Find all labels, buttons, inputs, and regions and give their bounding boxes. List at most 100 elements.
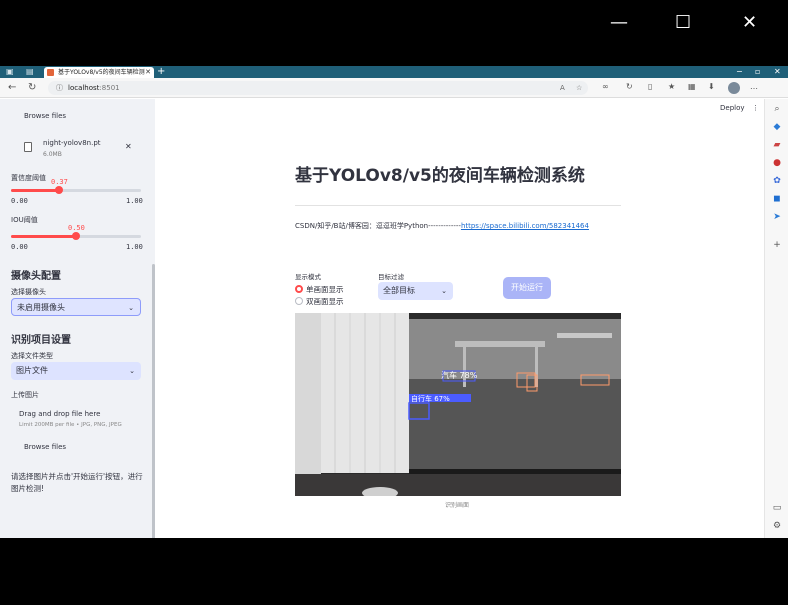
start-run-button[interactable]: 开始运行 [503, 277, 551, 299]
browser-minimize-icon[interactable]: − [736, 67, 743, 76]
settings-menu-icon[interactable]: … [750, 82, 758, 91]
file-name: night-yolov8n.pt [43, 139, 101, 147]
browse-files-button[interactable]: Browse files [24, 443, 66, 451]
chevron-down-icon: ⌄ [129, 367, 135, 375]
target-filter-select[interactable]: 全部目标 ⌄ [378, 282, 453, 300]
upload-limit-text: Limit 200MB per file • JPG, PNG, JPEG [19, 422, 122, 428]
iou-max: 1.00 [126, 243, 143, 251]
browser-restore-icon[interactable]: ▫ [755, 67, 760, 76]
outlook-icon[interactable]: ◼ [771, 193, 783, 205]
search-icon[interactable]: ⌕ [771, 103, 783, 115]
refresh-icon[interactable]: ↻ [28, 81, 36, 95]
bicycle-detection-label: 自行车 67% [411, 394, 450, 403]
collections-icon[interactable]: ▦ [688, 82, 696, 91]
browser-window: ▣ ▤ 基于YOLOv8/v5的夜间车辆检测 ✕ + − ▫ ✕ ← ↻ ⓘ l… [0, 66, 788, 538]
url-host: localhost [68, 84, 100, 92]
maximize-button[interactable]: ☐ [675, 14, 691, 32]
camera-select-label: 选择摄像头 [11, 288, 46, 296]
car-detection-label: 汽车 78% [441, 370, 478, 380]
page-title: 基于YOLOv8/v5的夜间车辆检测系统 [295, 166, 585, 186]
project-settings-header: 识别项目设置 [11, 335, 71, 346]
read-aloud-icon[interactable]: A [560, 81, 565, 95]
browse-files-button-top[interactable]: Browse files [24, 112, 66, 120]
filetype-select-value: 图片文件 [16, 366, 48, 375]
extension-icon[interactable]: ∞ [602, 82, 609, 91]
deploy-button[interactable]: Deploy [720, 104, 745, 112]
games-icon[interactable]: ● [771, 157, 783, 169]
refresh-app-icon[interactable]: ↻ [626, 82, 633, 91]
taskbar [409, 469, 621, 474]
detection-result-image: 汽车 78% 自行车 67% [295, 313, 621, 496]
copilot-icon[interactable]: ✿ [771, 175, 783, 187]
camera-config-header: 摄像头配置 [11, 271, 61, 282]
camera-select[interactable]: 未启用摄像头 ⌄ [11, 298, 141, 316]
chevron-down-icon: ⌄ [441, 287, 447, 295]
uploaded-model-file: night-yolov8n.pt 6.0MB ✕ [20, 139, 140, 161]
bilibili-link[interactable]: https://space.bilibili.com/582341464 [461, 222, 589, 230]
address-bar-row: ← ↻ ⓘ localhost:8501 A ☆ ∞ ↻ ▯ ★ ▦ ⬇ … [0, 78, 788, 98]
filetype-select[interactable]: 图片文件 ⌄ [11, 362, 141, 380]
favorite-icon[interactable]: ☆ [576, 81, 582, 95]
url-port: :8501 [99, 84, 120, 92]
confidence-slider-thumb[interactable] [55, 186, 63, 194]
site-info-icon[interactable]: ⓘ [56, 81, 63, 95]
tab-close-icon[interactable]: ✕ [145, 67, 151, 78]
profile-avatar[interactable] [728, 82, 740, 94]
confidence-value: 0.37 [51, 178, 68, 186]
favorites-icon[interactable]: ★ [668, 82, 675, 91]
road [409, 379, 621, 469]
screen-icon[interactable]: ▭ [771, 502, 783, 514]
back-icon[interactable]: ← [8, 81, 16, 95]
confidence-slider-fill [11, 189, 59, 192]
url-field[interactable]: ⓘ localhost:8501 A ☆ [48, 81, 588, 95]
confidence-label: 置信度阈值 [11, 174, 46, 182]
iou-value: 0.50 [68, 224, 85, 232]
tab-actions-icon[interactable]: ▤ [26, 67, 34, 77]
iou-slider-thumb[interactable] [72, 232, 80, 240]
drag-drop-text[interactable]: Drag and drop file here [19, 410, 100, 418]
gear-icon[interactable]: ⚙ [771, 520, 783, 532]
active-tab[interactable]: 基于YOLOv8/v5的夜间车辆检测 ✕ [44, 67, 154, 78]
workspaces-icon[interactable]: ▣ [6, 67, 14, 77]
display-mode-label: 显示模式 [295, 273, 321, 281]
new-tab-button[interactable]: + [157, 66, 165, 78]
tools-icon[interactable]: ▰ [771, 139, 783, 151]
confidence-slider[interactable] [11, 186, 141, 194]
minimize-button[interactable]: — [610, 14, 628, 32]
tab-title: 基于YOLOv8/v5的夜间车辆检测 [58, 69, 145, 76]
close-button[interactable]: ✕ [742, 14, 757, 32]
night-sky [409, 319, 621, 379]
browser-close-icon[interactable]: ✕ [774, 67, 781, 76]
browser-sidebar: ⌕ ◆ ▰ ● ✿ ◼ ➤ + ▭ ⚙ [764, 99, 788, 538]
author-text: CSDN/知乎/B站/博客园：逗逗班学Python------------- [295, 222, 461, 230]
downloads-icon[interactable]: ⬇ [708, 82, 715, 91]
iou-min: 0.00 [11, 243, 28, 251]
upload-image-label: 上传图片 [11, 391, 39, 399]
split-screen-icon[interactable]: ▯ [648, 82, 652, 91]
radio-double-label: 双画面显示 [306, 297, 344, 306]
left-wall [295, 313, 321, 496]
add-icon[interactable]: + [771, 239, 783, 251]
remove-file-icon[interactable]: ✕ [125, 142, 132, 151]
author-info: CSDN/知乎/B站/博客园：逗逗班学Python-------------ht… [295, 221, 589, 231]
building [557, 333, 612, 338]
window-titlebar: — ☐ ✕ [0, 0, 788, 66]
radio-double[interactable]: 双画面显示 [295, 296, 344, 307]
window-bottom [0, 538, 788, 605]
divider [295, 205, 621, 206]
app-menu-icon[interactable]: ⋮ [752, 104, 759, 112]
radio-double-dot[interactable] [295, 297, 303, 305]
radio-single[interactable]: 单画面显示 [295, 284, 344, 295]
filetype-select-label: 选择文件类型 [11, 352, 53, 360]
send-icon[interactable]: ➤ [771, 211, 783, 223]
iou-label: IOU阈值 [11, 216, 38, 224]
iou-slider[interactable] [11, 232, 141, 240]
shopping-icon[interactable]: ◆ [771, 121, 783, 133]
image-caption: 识别画面 [445, 502, 470, 509]
rocket-icon [47, 69, 54, 76]
sidebar: Browse files night-yolov8n.pt 6.0MB ✕ 置信… [0, 99, 155, 538]
confidence-min: 0.00 [11, 197, 28, 205]
radio-single-dot[interactable] [295, 285, 303, 293]
sidebar-scrollbar[interactable] [152, 264, 155, 538]
desk [295, 474, 621, 496]
